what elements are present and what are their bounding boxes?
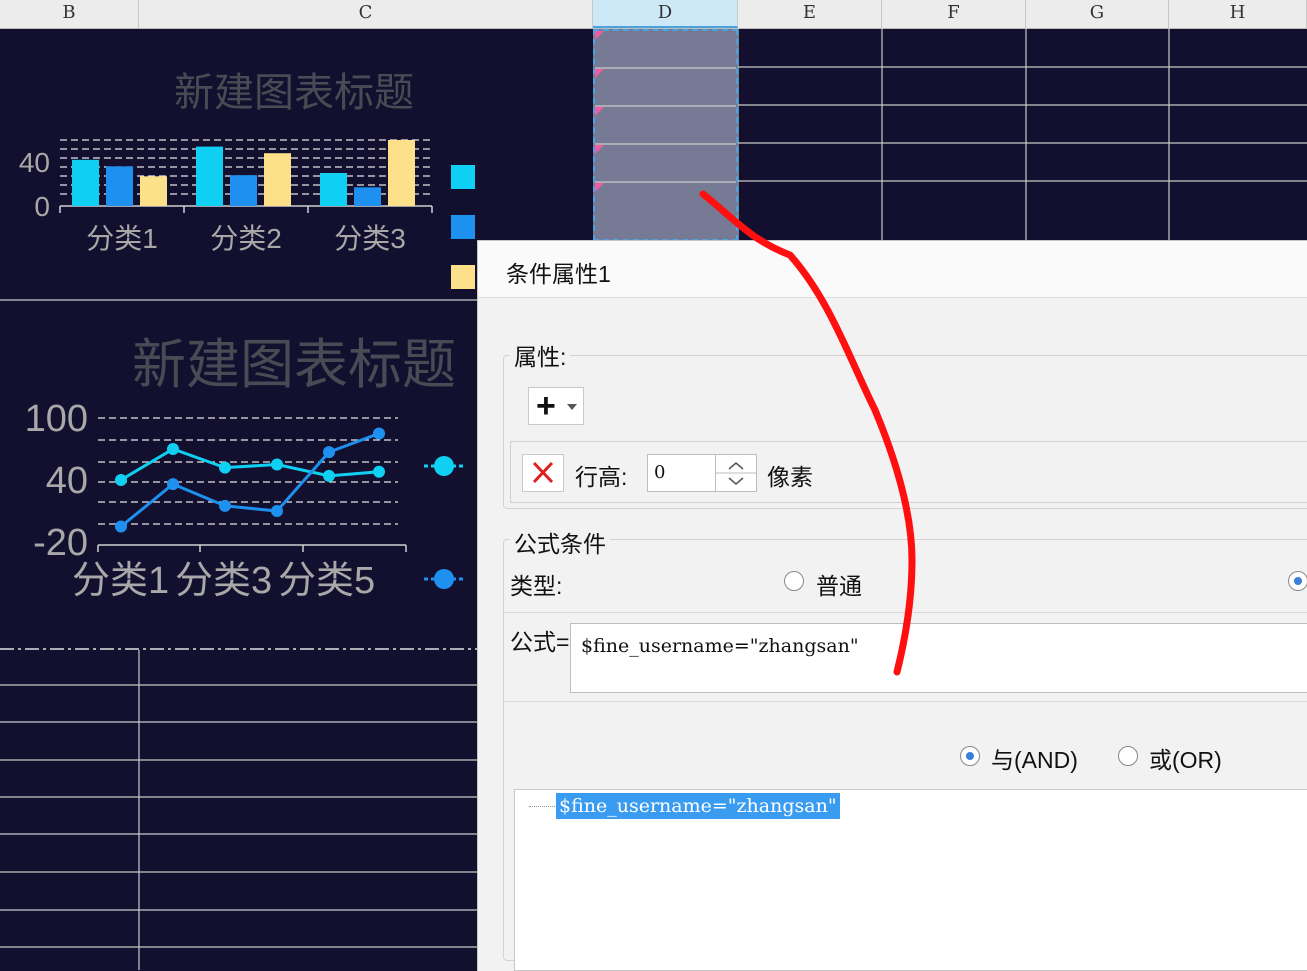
- series-line: [120, 432, 380, 528]
- plus-icon: +: [536, 387, 556, 425]
- data-point: [219, 499, 231, 512]
- bar-3: [264, 153, 291, 206]
- and-label: 与(AND): [991, 747, 1078, 773]
- spinner-buttons[interactable]: [715, 455, 756, 491]
- x-tick-label: 分类2: [210, 223, 282, 254]
- data-point: [323, 446, 335, 459]
- charts-area[interactable]: 新建图表标题•••400分类1分类2分类3系列1系列2系列3新建图表标题1004…: [0, 28, 477, 648]
- x-tick-label: 分类1: [86, 223, 158, 254]
- formula-field[interactable]: $fine_username="zhangsan": [570, 623, 1307, 693]
- chevron-down-icon: [567, 404, 577, 410]
- bar-2: [106, 166, 133, 206]
- formula-condition-label: 公式条件: [510, 525, 610, 559]
- bar-1: [72, 159, 99, 206]
- data-point: [167, 478, 179, 491]
- column-header-g[interactable]: G: [1026, 0, 1169, 28]
- legend-marker: [434, 456, 454, 476]
- column-header-b[interactable]: B: [0, 0, 139, 28]
- data-point: [323, 469, 335, 482]
- condition-tree[interactable]: $fine_username="zhangsan": [514, 789, 1307, 971]
- x-tick-label: 分类3: [175, 560, 272, 602]
- type-normal-radio[interactable]: [784, 571, 804, 591]
- condition-properties-dialog: 条件属性1 属性: + 行高: 0 像素 公式条件 类型: 普通 公式= $fi…: [477, 240, 1307, 971]
- tree-connector: [529, 806, 555, 807]
- bar-1: [196, 146, 223, 206]
- bar-3: [140, 176, 167, 206]
- column-d-rowlines: [595, 67, 736, 183]
- add-property-button[interactable]: +: [528, 387, 584, 425]
- divider: [504, 612, 1307, 613]
- y-tick-label: 0: [34, 191, 50, 222]
- row-height-label: 行高:: [575, 464, 628, 490]
- y-tick-label: 100: [25, 398, 88, 440]
- and-radio[interactable]: [960, 746, 980, 766]
- row-height-property: 行高: 0 像素: [510, 441, 1307, 503]
- x-tick-label: 分类3: [334, 223, 406, 254]
- legend-swatch: [451, 265, 475, 289]
- y-tick-label: 40: [19, 147, 50, 178]
- column-header-h[interactable]: H: [1169, 0, 1307, 28]
- spinner-arrows-icon[interactable]: [716, 455, 756, 491]
- column-header-e[interactable]: E: [738, 0, 882, 28]
- bar-chart-title: 新建图表标题: [174, 71, 414, 115]
- legend-swatch: [451, 165, 475, 189]
- divider: [504, 701, 1307, 702]
- selected-column-d[interactable]: [593, 29, 738, 241]
- column-header-c[interactable]: C: [139, 0, 593, 28]
- dialog-title: 条件属性1: [506, 261, 611, 287]
- data-point: [271, 505, 283, 517]
- bar-2: [354, 187, 381, 206]
- data-point: [219, 461, 231, 474]
- row-height-value[interactable]: 0: [654, 462, 665, 483]
- or-label: 或(OR): [1149, 747, 1222, 773]
- close-icon: [532, 461, 554, 484]
- bar-1: [320, 173, 347, 206]
- legend-swatch: [451, 215, 475, 239]
- formula-label: 公式=: [510, 629, 570, 655]
- line-chart-title: 新建图表标题: [132, 335, 456, 395]
- column-header-f[interactable]: F: [882, 0, 1026, 28]
- data-point: [167, 443, 179, 455]
- formula-text: $fine_username="zhangsan": [581, 635, 859, 657]
- delete-property-button[interactable]: [522, 454, 564, 492]
- y-tick-label: -20: [33, 522, 88, 564]
- or-radio[interactable]: [1118, 746, 1138, 766]
- bar-2: [230, 175, 257, 206]
- properties-label: 属性:: [510, 338, 571, 372]
- row-height-spinner[interactable]: 0: [647, 454, 757, 492]
- type-label: 类型:: [510, 573, 563, 599]
- data-point: [373, 427, 385, 440]
- data-point: [373, 465, 385, 478]
- unit-label: 像素: [767, 464, 813, 490]
- tree-node-selected[interactable]: $fine_username="zhangsan": [556, 793, 840, 819]
- type-normal-label: 普通: [816, 573, 862, 599]
- x-tick-label: 分类5: [278, 560, 375, 602]
- legend-marker: [434, 569, 454, 589]
- dialog-titlebar[interactable]: 条件属性1: [478, 241, 1307, 298]
- y-tick-label: 40: [46, 460, 88, 502]
- data-point: [271, 458, 283, 471]
- data-point: [115, 520, 127, 533]
- x-tick-label: 分类1: [72, 560, 169, 602]
- column-header-row: B C D E F G H: [0, 0, 1307, 29]
- data-point: [115, 474, 127, 486]
- series-line: [120, 447, 380, 482]
- type-formula-radio[interactable]: [1288, 571, 1307, 591]
- bar-3: [388, 140, 415, 206]
- column-header-d[interactable]: D: [593, 0, 738, 28]
